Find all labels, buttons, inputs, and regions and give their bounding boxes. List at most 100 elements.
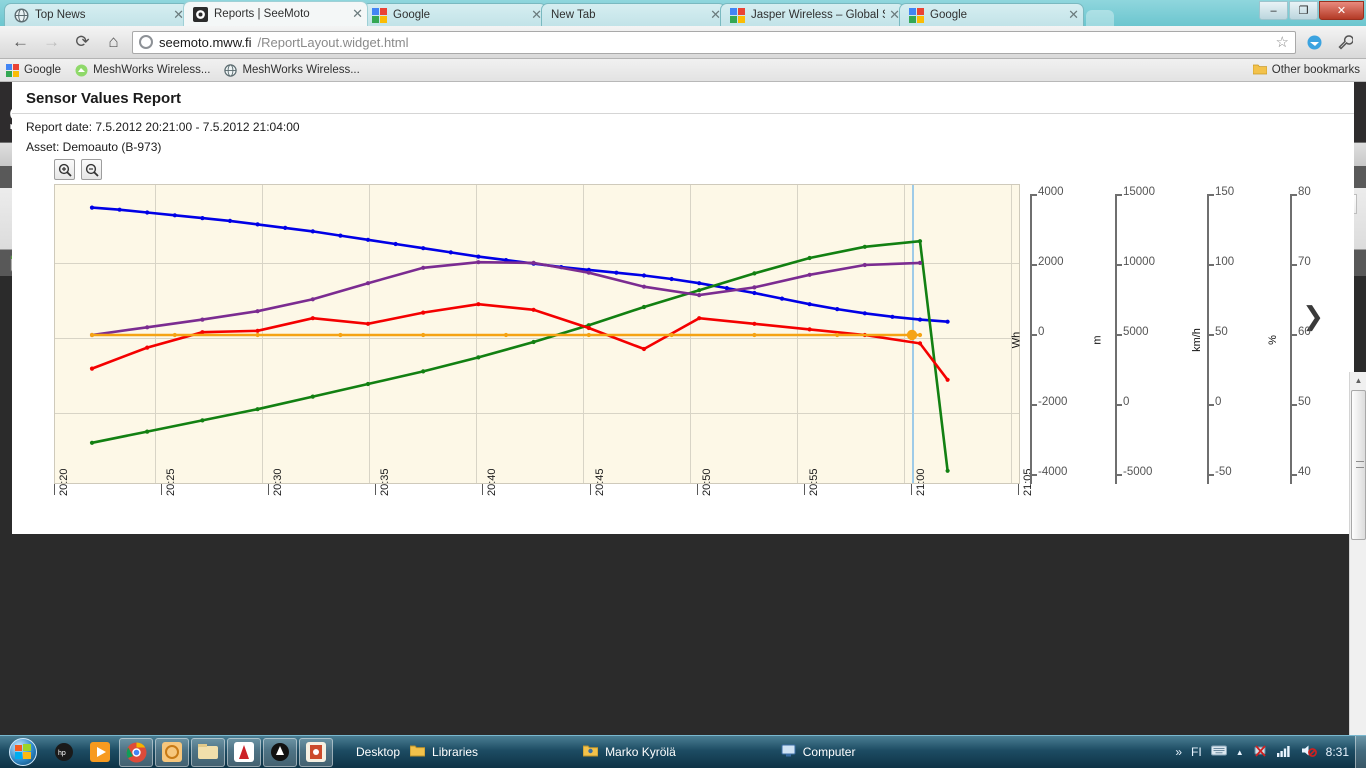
- chart-point[interactable]: [200, 317, 205, 322]
- chart-point[interactable]: [807, 272, 812, 277]
- browser-tab[interactable]: Google ✕: [899, 3, 1084, 26]
- media-player-icon[interactable]: [83, 738, 117, 767]
- app-icon[interactable]: [263, 737, 297, 767]
- chart-point[interactable]: [641, 304, 647, 310]
- bookmark-item[interactable]: MeshWorks Wireless...: [75, 64, 210, 77]
- chart-point[interactable]: [779, 296, 785, 301]
- chart-point[interactable]: [917, 260, 923, 265]
- chart-point[interactable]: [641, 346, 647, 352]
- chart-point[interactable]: [669, 276, 674, 282]
- forward-icon[interactable]: →: [39, 30, 64, 55]
- chart-point[interactable]: [365, 237, 371, 242]
- chart-point[interactable]: [421, 369, 426, 374]
- chart-point[interactable]: [145, 345, 150, 350]
- chart-point[interactable]: [586, 270, 591, 275]
- taskbar-item-marko[interactable]: Marko Kyrölä: [582, 744, 676, 760]
- chart-point[interactable]: [697, 288, 702, 293]
- chart-point[interactable]: [255, 328, 260, 333]
- explorer-icon[interactable]: [191, 737, 225, 767]
- chart-point[interactable]: [89, 205, 95, 210]
- chart-point[interactable]: [697, 293, 702, 298]
- chart-point[interactable]: [476, 355, 481, 360]
- chart-point[interactable]: [310, 229, 315, 234]
- chart-point[interactable]: [145, 325, 150, 330]
- chart-point[interactable]: [393, 241, 398, 247]
- chart-point[interactable]: [255, 332, 260, 338]
- tray-expand-icon[interactable]: ▲: [1236, 748, 1244, 757]
- chart-point[interactable]: [200, 330, 205, 335]
- chart-point[interactable]: [752, 332, 757, 338]
- chart-point[interactable]: [421, 332, 426, 338]
- keyboard-icon[interactable]: [1210, 745, 1227, 759]
- signal-icon[interactable]: [1276, 745, 1292, 760]
- close-icon[interactable]: ✕: [352, 6, 363, 22]
- tray-overflow-icon[interactable]: »: [1175, 745, 1182, 759]
- chart-point[interactable]: [752, 321, 757, 326]
- browser-tab[interactable]: Top News ✕: [4, 3, 189, 26]
- chart-point[interactable]: [172, 213, 177, 218]
- chrome-icon[interactable]: [119, 737, 153, 767]
- browser-tab-active[interactable]: Reports | SeeMoto ✕: [183, 1, 368, 26]
- taskbar-item-libraries[interactable]: Libraries: [409, 744, 478, 760]
- chart-point[interactable]: [255, 407, 260, 412]
- chart-point[interactable]: [945, 319, 950, 324]
- wrench-menu-icon[interactable]: [1333, 30, 1358, 55]
- chart-point[interactable]: [669, 332, 674, 338]
- chart-point[interactable]: [421, 265, 426, 270]
- chart-point[interactable]: [200, 216, 205, 221]
- chart-point[interactable]: [586, 325, 591, 331]
- chart-point[interactable]: [890, 314, 895, 319]
- chart-point[interactable]: [476, 254, 481, 259]
- close-icon[interactable]: ✕: [1068, 7, 1079, 23]
- chart-point[interactable]: [172, 332, 177, 338]
- new-tab-button[interactable]: [1086, 10, 1114, 26]
- chart-point[interactable]: [421, 246, 426, 251]
- show-desktop-button[interactable]: [1355, 735, 1366, 768]
- chart-point[interactable]: [807, 327, 812, 332]
- browser-tab[interactable]: Jasper Wireless – Global Sen ✕: [720, 3, 905, 26]
- chart-point[interactable]: [255, 309, 260, 314]
- chart-point[interactable]: [724, 286, 729, 291]
- chart-point[interactable]: [145, 429, 150, 434]
- chart-point[interactable]: [310, 297, 315, 302]
- chart-point[interactable]: [697, 281, 702, 286]
- chart-point[interactable]: [862, 262, 867, 268]
- chart-point[interactable]: [145, 210, 150, 215]
- chart-point[interactable]: [531, 307, 536, 312]
- taskbar-item-computer[interactable]: Computer: [781, 744, 855, 760]
- close-button[interactable]: ✕: [1319, 1, 1364, 20]
- extension-icon[interactable]: [1302, 30, 1327, 55]
- chart-point[interactable]: [89, 366, 95, 371]
- chart-point[interactable]: [697, 316, 702, 321]
- minimize-button[interactable]: –: [1259, 1, 1288, 20]
- browser-tab[interactable]: Google ✕: [362, 3, 547, 26]
- chart-point[interactable]: [503, 332, 509, 338]
- windows-start-icon[interactable]: [0, 737, 46, 768]
- bookmark-item[interactable]: MeshWorks Wireless...: [224, 63, 360, 77]
- zoom-in-icon[interactable]: [54, 159, 75, 180]
- chart-point[interactable]: [365, 281, 371, 286]
- chart-point[interactable]: [641, 273, 647, 278]
- powerpoint-icon[interactable]: [299, 737, 333, 767]
- chart-point[interactable]: [862, 311, 867, 316]
- chart-point[interactable]: [752, 285, 757, 290]
- zoom-out-icon[interactable]: [81, 159, 102, 180]
- browser-tab[interactable]: New Tab ✕: [541, 3, 726, 26]
- chart-point[interactable]: [917, 239, 923, 244]
- chart-point[interactable]: [917, 332, 923, 338]
- chart-point[interactable]: [835, 307, 840, 312]
- chart-point[interactable]: [89, 332, 95, 338]
- chart-point[interactable]: [641, 284, 647, 289]
- chart-point[interactable]: [807, 255, 812, 261]
- taskbar-item-desktop[interactable]: Desktop: [356, 745, 400, 759]
- outlook-icon[interactable]: [155, 737, 189, 767]
- chart-point[interactable]: [917, 341, 923, 346]
- scrollbar-thumb[interactable]: [1351, 390, 1366, 540]
- other-bookmarks-button[interactable]: Other bookmarks: [1252, 63, 1360, 78]
- chart-point[interactable]: [365, 381, 371, 387]
- chart-point[interactable]: [365, 321, 371, 326]
- chart-point[interactable]: [531, 339, 536, 345]
- chart-point[interactable]: [752, 290, 757, 296]
- chart-point[interactable]: [338, 233, 343, 238]
- chart-point[interactable]: [283, 225, 288, 230]
